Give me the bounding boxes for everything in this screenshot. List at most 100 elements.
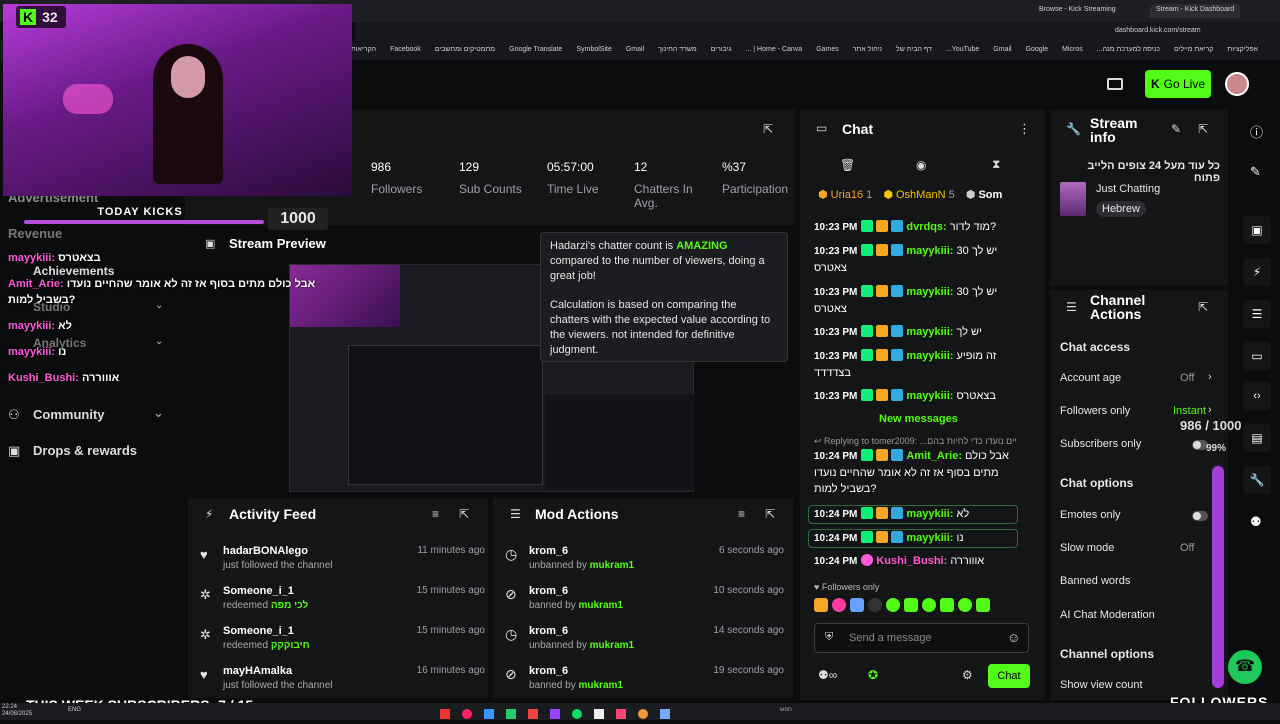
bookmark-item[interactable]: דף הבית של <box>896 46 932 53</box>
app-icon[interactable] <box>550 709 560 719</box>
bookmark-item[interactable]: גיבורים <box>711 46 732 53</box>
app-icon[interactable] <box>506 709 516 719</box>
popout-icon[interactable]: ⇱ <box>763 122 773 136</box>
bookmark-item[interactable]: אפליקציות <box>1227 46 1258 53</box>
bookmark-item[interactable]: קריאת מיילים <box>1174 46 1213 53</box>
bookmark-item[interactable]: Gmail <box>993 46 1011 53</box>
sidebar-item-revenue[interactable]: Revenue <box>8 226 62 241</box>
ai-moderation-label[interactable]: AI Chat Moderation <box>1060 609 1155 621</box>
chat-username[interactable]: mayykiii: <box>906 350 953 362</box>
app-icon[interactable] <box>638 709 648 719</box>
chat-username[interactable]: mayykiii: <box>906 286 953 298</box>
hourglass-icon[interactable]: ⧗ <box>992 157 1000 172</box>
app-icon[interactable] <box>484 709 494 719</box>
bookmark-item[interactable]: Google <box>1026 46 1049 53</box>
chevron-right-icon[interactable]: › <box>1208 404 1212 416</box>
chat-username[interactable]: dvrdqs: <box>906 221 946 233</box>
chat-username[interactable]: mayykiii: <box>906 390 953 402</box>
chat-username[interactable]: Amit_Arie: <box>906 450 962 462</box>
taskbar-search[interactable]: חפש <box>780 707 792 713</box>
top-user[interactable]: Som <box>978 189 1002 201</box>
pencil-icon[interactable]: ✎ <box>1250 164 1261 180</box>
emote[interactable] <box>958 598 972 612</box>
gear-icon[interactable]: ⚙ <box>962 668 973 682</box>
language-indicator[interactable]: ENG <box>68 707 81 713</box>
emote[interactable] <box>904 598 918 612</box>
emote[interactable] <box>814 598 828 612</box>
followers-only-value[interactable]: Instant <box>1173 405 1206 417</box>
tag-badge[interactable]: Hebrew <box>1096 201 1146 217</box>
chat-icon[interactable]: ▭ <box>1243 342 1271 370</box>
popout-icon[interactable]: ⇱ <box>459 507 469 521</box>
chat-send-button[interactable]: Chat <box>988 664 1030 688</box>
emote[interactable] <box>886 598 900 612</box>
bookmark-item[interactable]: SymbolSite <box>576 46 611 53</box>
lightning-icon[interactable]: ⚡ <box>1243 258 1271 286</box>
chat-username[interactable]: Kushi_Bushi: <box>876 555 947 567</box>
bookmark-item[interactable]: Facebook <box>390 46 421 53</box>
account-age-value[interactable]: Off <box>1180 372 1194 384</box>
bookmark-item[interactable]: Google Translate <box>509 46 562 53</box>
app-icon[interactable] <box>594 709 604 719</box>
app-icon[interactable] <box>660 709 670 719</box>
browser-tab-active[interactable]: Stream - Kick Dashboard <box>1150 4 1241 18</box>
slow-mode-value[interactable]: Off <box>1180 542 1194 554</box>
avatar[interactable] <box>1225 72 1249 96</box>
video-panel-icon[interactable]: ▣ <box>1243 216 1271 244</box>
chevron-right-icon[interactable]: › <box>1208 371 1212 383</box>
top-user[interactable]: Uria16 <box>831 189 863 201</box>
filter-icon[interactable]: ≡ <box>738 507 745 521</box>
info-icon[interactable]: ⓘ <box>1250 122 1263 141</box>
app-icon[interactable] <box>616 709 626 719</box>
bookmark-item[interactable]: ניהול אתר <box>853 46 882 53</box>
emote[interactable] <box>832 598 846 612</box>
chat-username[interactable]: mayykiii: <box>906 532 953 544</box>
app-icon[interactable] <box>462 709 472 719</box>
community-icon[interactable]: ⚉∞ <box>818 668 837 682</box>
app-icon[interactable] <box>528 709 538 719</box>
theater-mode-icon[interactable] <box>1107 78 1123 90</box>
filter-icon[interactable]: ≡ <box>432 507 439 521</box>
emote[interactable] <box>940 598 954 612</box>
go-live-button[interactable]: K Go Live <box>1145 70 1211 98</box>
bookmark-item[interactable]: משרד החינוך <box>658 46 697 53</box>
chat-input[interactable]: ⛨ Send a message ☺ <box>814 623 1029 653</box>
code-icon[interactable]: ‹› <box>1243 382 1271 410</box>
emote[interactable] <box>868 598 882 612</box>
browser-tab[interactable]: Browse - Kick Streaming <box>1033 4 1122 18</box>
sidebar-item-community[interactable]: Community <box>33 407 105 422</box>
app-icon[interactable] <box>572 709 582 719</box>
emoji-icon[interactable]: ☺ <box>1007 630 1020 645</box>
kick-points-icon[interactable]: ✪ <box>868 668 878 682</box>
bookmark-item[interactable]: Gmail <box>626 46 644 53</box>
emotes-only-toggle[interactable] <box>1192 511 1208 521</box>
wrench-icon[interactable]: 🔧 <box>1243 466 1271 494</box>
top-user[interactable]: OshManN <box>896 189 946 201</box>
chevron-down-icon[interactable]: ⌄ <box>153 405 164 421</box>
emote[interactable] <box>976 598 990 612</box>
category-thumbnail[interactable] <box>1060 182 1086 216</box>
sidebar-item-drops[interactable]: Drops & rewards <box>33 443 137 458</box>
app-icon[interactable] <box>440 709 450 719</box>
address-bar[interactable]: dashboard.kick.com/stream <box>355 22 1280 40</box>
bookmark-item[interactable]: YouTube <box>952 46 980 53</box>
community-icon[interactable]: ⚉ <box>1250 514 1262 530</box>
category-name[interactable]: Just Chatting <box>1096 183 1160 195</box>
popout-icon[interactable]: ⇱ <box>1198 300 1208 314</box>
list-icon[interactable]: ☰ <box>1243 300 1271 328</box>
chat-settings-icon[interactable]: ◉ <box>916 158 926 172</box>
banned-words-label[interactable]: Banned words <box>1060 575 1130 587</box>
more-icon[interactable]: ⋮ <box>1018 121 1031 137</box>
bookmark-item[interactable]: Home - Canva <box>757 46 802 53</box>
popout-icon[interactable]: ⇱ <box>1198 122 1208 136</box>
bookmark-item[interactable]: הקריאות <box>351 46 376 53</box>
emote-bar[interactable] <box>814 598 1034 616</box>
bookmark-item[interactable]: כניסה למערכת מנה... <box>1097 46 1160 53</box>
emote[interactable] <box>922 598 936 612</box>
emote[interactable] <box>850 598 864 612</box>
new-messages-divider[interactable]: New messages <box>879 413 958 425</box>
popout-icon[interactable]: ⇱ <box>765 507 775 521</box>
chat-username[interactable]: mayykiii: <box>906 508 953 520</box>
bookmark-item[interactable]: מתמטיקים ומחשבים <box>435 46 495 53</box>
pencil-icon[interactable]: ✎ <box>1171 122 1181 136</box>
